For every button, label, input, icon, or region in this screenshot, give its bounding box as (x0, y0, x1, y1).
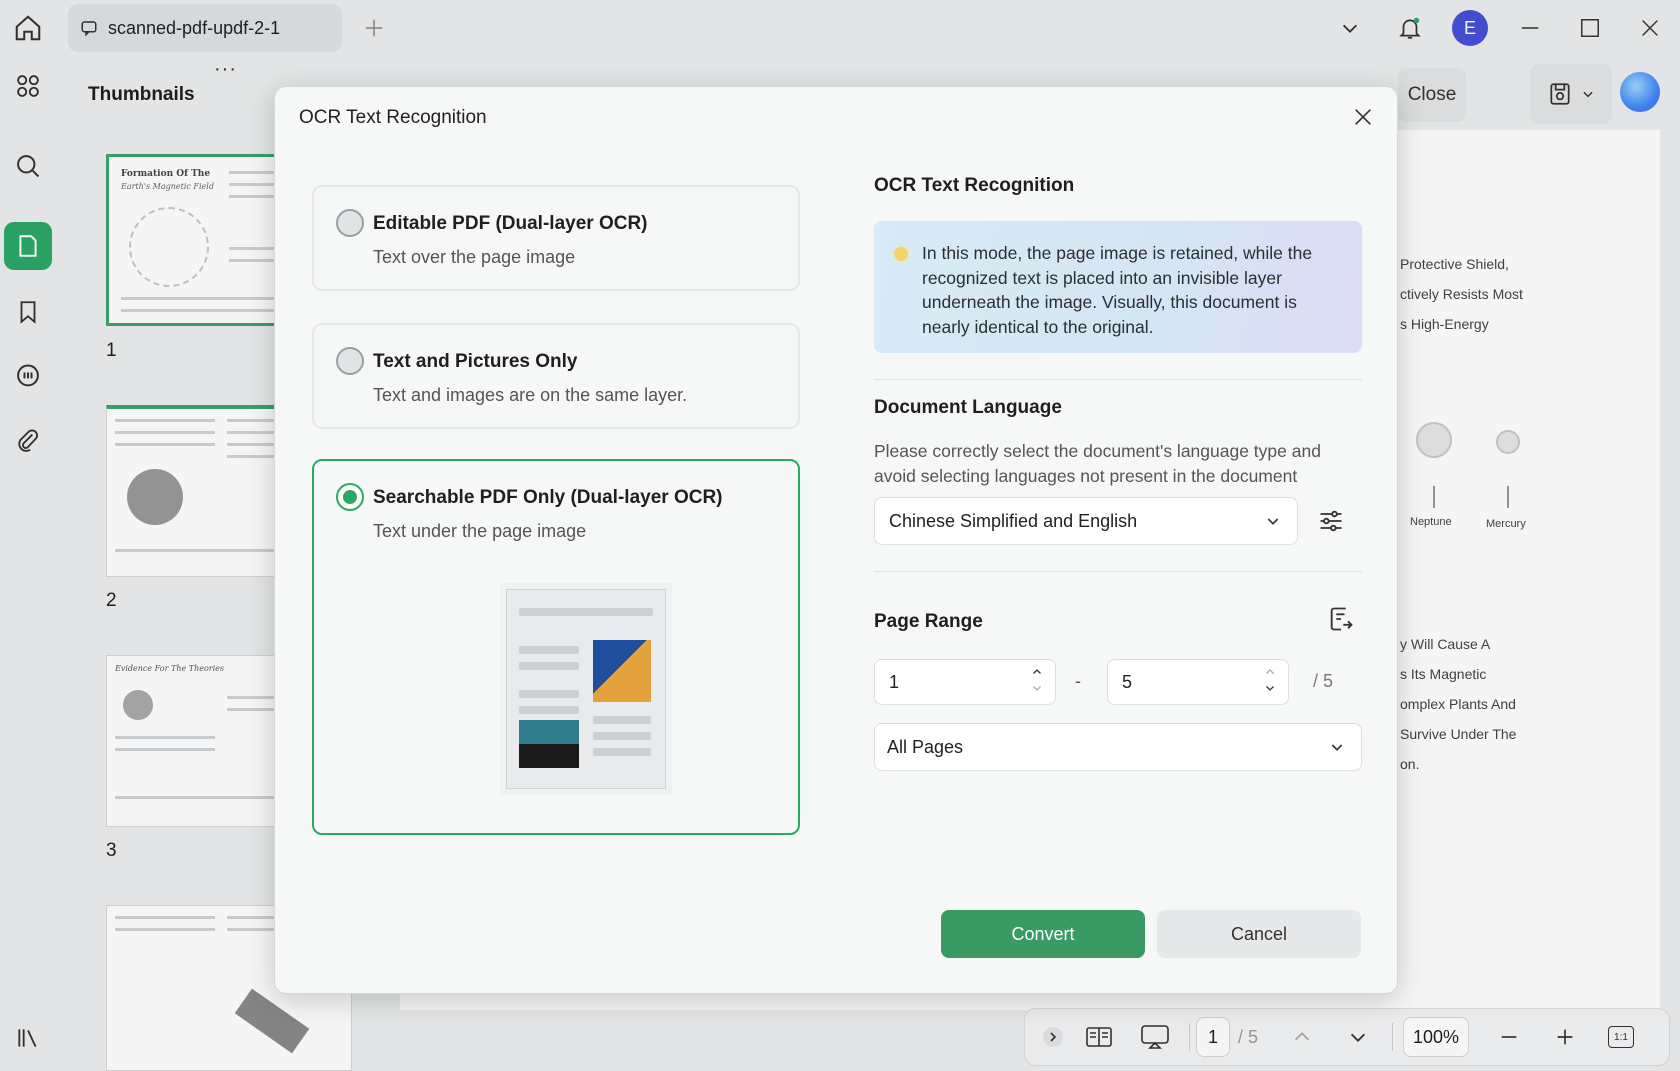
dialog-title: OCR Text Recognition (299, 107, 487, 128)
language-select[interactable]: Chinese Simplified and English (874, 497, 1298, 545)
preview-line (593, 716, 651, 724)
mode-info-box: In this mode, the page image is retained… (874, 221, 1362, 353)
preview-line (593, 748, 651, 756)
mode-preview-illustration (506, 589, 666, 789)
page-range-preset-value: All Pages (887, 736, 964, 757)
page-range-title: Page Range (874, 611, 983, 632)
page-to-input[interactable]: 5 (1107, 659, 1289, 705)
cancel-button[interactable]: Cancel (1157, 910, 1361, 958)
preview-image (519, 720, 579, 768)
language-select-value: Chinese Simplified and English (889, 510, 1138, 531)
option-subtitle: Text and images are on the same layer. (373, 385, 688, 405)
preview-line (519, 646, 579, 654)
radio-text-and-pictures[interactable] (336, 347, 364, 375)
preview-line (519, 706, 579, 714)
close-icon (1355, 109, 1371, 125)
chevron-up-icon (1266, 669, 1274, 674)
divider (874, 379, 1362, 380)
page-from-stepper[interactable] (1031, 666, 1043, 694)
preview-line (519, 662, 579, 670)
chevron-down-icon (1267, 518, 1279, 525)
page-from-input[interactable]: 1 (874, 659, 1056, 705)
chevron-down-icon (1266, 686, 1274, 691)
range-dash: - (1075, 671, 1081, 691)
radio-searchable-pdf[interactable] (336, 483, 364, 511)
chevron-down-icon (1033, 686, 1041, 691)
chevron-up-icon (1033, 669, 1041, 674)
page-from-value: 1 (889, 671, 900, 692)
preview-line (593, 732, 651, 740)
ocr-dialog: OCR Text Recognition Editable PDF (Dual-… (274, 86, 1398, 994)
divider (874, 571, 1362, 572)
option-subtitle: Text under the page image (373, 521, 587, 541)
preview-line (519, 690, 579, 698)
page-range-select-button[interactable] (1323, 601, 1359, 637)
option-title: Searchable PDF Only (Dual-layer OCR) (373, 487, 723, 508)
ocr-section-title: OCR Text Recognition (874, 175, 1075, 196)
page-range-preset-select[interactable]: All Pages (874, 723, 1362, 771)
option-title: Text and Pictures Only (373, 351, 578, 372)
radio-editable-pdf[interactable] (336, 209, 364, 237)
option-subtitle: Text over the page image (373, 247, 576, 267)
preview-line (519, 608, 653, 616)
option-editable-pdf[interactable]: Editable PDF (Dual-layer OCR) Text over … (312, 185, 800, 291)
language-help-text: Please correctly select the document's l… (874, 441, 1321, 486)
convert-button[interactable]: Convert (941, 910, 1145, 958)
language-section-title: Document Language (874, 397, 1062, 418)
option-text-and-pictures[interactable]: Text and Pictures Only Text and images a… (312, 323, 800, 429)
page-select-icon (1330, 607, 1353, 631)
option-title: Editable PDF (Dual-layer OCR) (373, 213, 648, 234)
option-searchable-pdf[interactable]: Searchable PDF Only (Dual-layer OCR) Tex… (312, 459, 800, 835)
preview-image (593, 640, 651, 702)
range-total: / 5 (1313, 671, 1334, 691)
chevron-down-icon (1331, 744, 1343, 751)
language-settings-button[interactable] (1313, 503, 1349, 539)
page-to-value: 5 (1122, 671, 1133, 692)
mode-info-text: In this mode, the page image is retained… (922, 243, 1313, 337)
sliders-icon (1320, 510, 1342, 532)
lightbulb-icon (894, 247, 908, 261)
dialog-close-button[interactable] (1345, 99, 1381, 135)
page-to-stepper[interactable] (1264, 666, 1276, 694)
